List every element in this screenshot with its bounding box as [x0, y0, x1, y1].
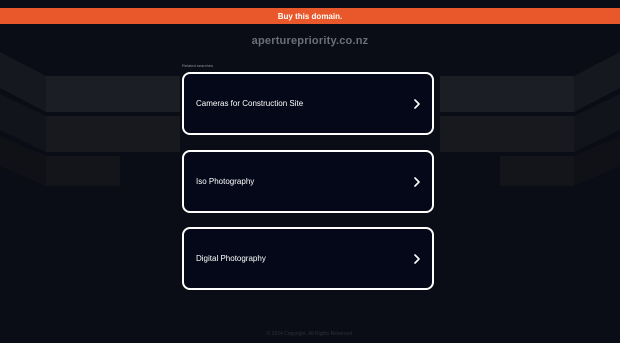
related-link-iso-photography[interactable]: Iso Photography — [182, 150, 434, 213]
domain-title: aperturepriority.co.nz — [251, 35, 369, 47]
buy-domain-label: Buy this domain. — [277, 11, 343, 21]
related-link-label: Cameras for Construction Site — [196, 99, 304, 108]
footer-copyright: © 2024 Copyright. All Rights Reserved. — [266, 331, 354, 337]
buy-domain-banner[interactable]: Buy this domain. — [0, 8, 620, 24]
chevron-right-icon — [412, 253, 422, 264]
chevron-right-icon — [412, 98, 422, 109]
related-link-digital-photography[interactable]: Digital Photography — [182, 227, 434, 290]
related-link-cameras-for-construction-site[interactable]: Cameras for Construction Site — [182, 72, 434, 135]
related-link-label: Iso Photography — [196, 177, 255, 186]
related-link-label: Digital Photography — [196, 254, 266, 263]
chevron-right-icon — [412, 176, 422, 187]
related-searches-label: Related searches — [182, 63, 214, 68]
top-strip — [0, 0, 620, 8]
